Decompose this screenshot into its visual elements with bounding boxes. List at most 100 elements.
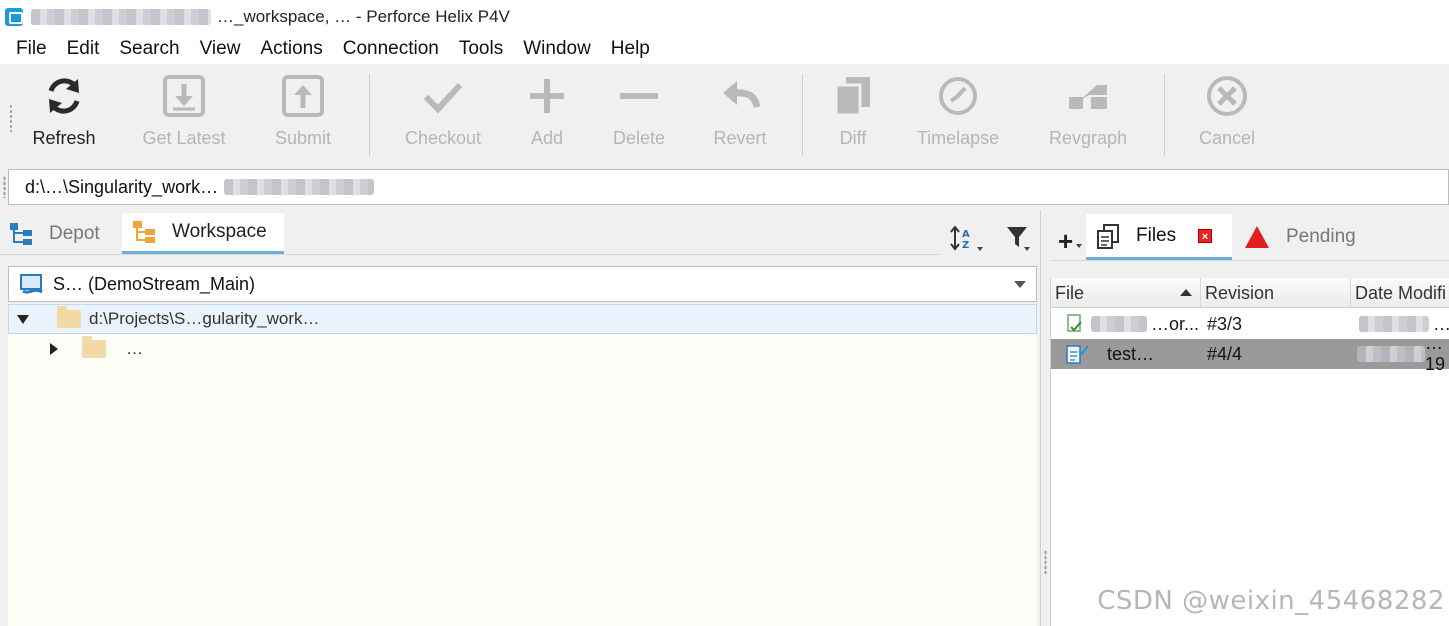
- pane-splitter[interactable]: [1040, 210, 1050, 626]
- tab-pending-label: Pending: [1286, 226, 1356, 247]
- tree-node-child-label: …: [126, 339, 143, 358]
- menu-bar: File Edit Search View Actions Connection…: [0, 34, 1449, 64]
- workspace-dropdown[interactable]: S… (DemoStream_Main): [8, 266, 1037, 302]
- revert-label: Revert: [713, 128, 767, 148]
- tab-files[interactable]: Files ×: [1086, 214, 1232, 260]
- tab-depot-label: Depot: [49, 222, 100, 244]
- checkout-label: Checkout: [404, 128, 482, 148]
- cancel-icon: [1205, 74, 1249, 118]
- table-row-selected[interactable]: test… #4/4 …19: [1051, 333, 1449, 374]
- main-toolbar: Refresh Get Latest Submit Checkout Add D…: [0, 66, 1449, 160]
- get-latest-button[interactable]: Get Latest: [129, 74, 239, 149]
- table-cell-date: …19: [1425, 333, 1446, 374]
- column-header-revision-label: Revision: [1205, 282, 1275, 303]
- menu-window[interactable]: Window: [513, 38, 601, 60]
- path-input[interactable]: d:\…\Singularity_work…: [25, 177, 218, 198]
- menu-tools[interactable]: Tools: [449, 38, 513, 60]
- minus-icon: [617, 74, 661, 118]
- menu-file[interactable]: File: [6, 38, 57, 60]
- delete-label: Delete: [612, 128, 666, 148]
- filter-icon[interactable]: [1006, 226, 1032, 257]
- file-checked-out-icon: [1065, 339, 1089, 369]
- watermark-text: CSDN @weixin_45468282: [1097, 586, 1445, 616]
- redacted-text: [1357, 346, 1425, 362]
- diff-icon: [831, 74, 875, 118]
- window-title: …_workspace, … - Perforce Helix P4V: [217, 7, 510, 26]
- get-latest-icon: [162, 74, 206, 118]
- table-row[interactable]: …or... #3/3 …:1: [1051, 309, 1449, 339]
- menu-connection[interactable]: Connection: [333, 38, 449, 60]
- menu-search[interactable]: Search: [109, 38, 189, 60]
- tab-pending[interactable]: Pending: [1240, 214, 1370, 260]
- right-pane: + Files × Pending File Revision Date Mod…: [1050, 210, 1449, 626]
- add-tab-button[interactable]: +: [1058, 226, 1073, 257]
- tab-depot[interactable]: Depot: [9, 213, 100, 254]
- checkout-button[interactable]: Checkout: [388, 74, 498, 149]
- column-header-file-label: File: [1055, 282, 1085, 303]
- delete-button[interactable]: Delete: [584, 74, 694, 149]
- tab-files-label: Files: [1136, 224, 1177, 246]
- depot-tree-icon: [9, 222, 33, 246]
- cancel-button[interactable]: Cancel: [1172, 74, 1282, 149]
- revert-button[interactable]: Revert: [685, 74, 795, 149]
- redacted-text: [31, 9, 211, 25]
- workspace-dropdown-value: S… (DemoStream_Main): [53, 273, 256, 294]
- timelapse-button[interactable]: Timelapse: [903, 74, 1013, 149]
- timelapse-label: Timelapse: [916, 128, 1000, 148]
- tree-node-child[interactable]: …: [8, 334, 1037, 364]
- expand-triangle-icon[interactable]: [17, 314, 29, 324]
- folder-icon: [82, 336, 106, 358]
- refresh-icon: [42, 74, 86, 118]
- get-latest-label: Get Latest: [142, 128, 226, 148]
- tab-workspace[interactable]: Workspace: [122, 213, 284, 254]
- chevron-down-icon[interactable]: [1014, 281, 1026, 288]
- menu-view[interactable]: View: [190, 38, 251, 60]
- submit-button[interactable]: Submit: [248, 74, 358, 149]
- sort-az-icon[interactable]: AZ: [950, 225, 986, 257]
- workspace-tree[interactable]: d:\Projects\S…gularity_work… …: [8, 304, 1037, 626]
- folder-icon: [57, 306, 81, 328]
- diff-button[interactable]: Diff: [798, 74, 908, 149]
- left-tab-bar: Depot Workspace AZ: [0, 210, 1040, 256]
- menu-help[interactable]: Help: [601, 38, 660, 60]
- submit-icon: [281, 74, 325, 118]
- tree-node-root-label: d:\Projects\S…gularity_work…: [89, 309, 320, 328]
- menu-edit[interactable]: Edit: [57, 38, 110, 60]
- table-cell-file: test…: [1107, 343, 1155, 364]
- add-label: Add: [530, 128, 564, 148]
- table-cell-revision: #4/4: [1207, 343, 1243, 364]
- pathbar-grip: [3, 176, 6, 198]
- files-tab-icon: [1096, 223, 1120, 249]
- table-cell-file: …or...: [1151, 313, 1200, 334]
- close-icon[interactable]: ×: [1198, 228, 1213, 243]
- revert-icon: [718, 74, 762, 118]
- splitter-grip[interactable]: [1044, 550, 1047, 574]
- column-header-date[interactable]: Date Modifi: [1351, 278, 1449, 308]
- column-header-revision[interactable]: Revision: [1201, 278, 1351, 308]
- cancel-label: Cancel: [1198, 128, 1256, 148]
- plus-icon: [525, 74, 569, 118]
- refresh-button[interactable]: Refresh: [9, 74, 119, 149]
- workspace-monitor-icon: [19, 273, 45, 295]
- collapse-triangle-icon[interactable]: [50, 343, 58, 355]
- tab-workspace-label: Workspace: [172, 221, 267, 242]
- left-pane: Depot Workspace AZ S… (DemoStream_Main) …: [0, 210, 1040, 626]
- revgraph-button[interactable]: Revgraph: [1033, 74, 1143, 149]
- redacted-text: [1091, 316, 1147, 332]
- revgraph-icon: [1066, 74, 1110, 118]
- submit-label: Submit: [274, 128, 332, 148]
- chevron-down-icon[interactable]: [1076, 244, 1082, 248]
- files-table-header: File Revision Date Modifi: [1051, 278, 1449, 308]
- svg-text:A: A: [962, 229, 970, 240]
- sort-ascending-icon: [1180, 289, 1192, 296]
- files-table[interactable]: File Revision Date Modifi …or... #3/3 …:…: [1050, 278, 1449, 626]
- toolbar-separator: [1164, 74, 1165, 156]
- path-bar[interactable]: d:\…\Singularity_work…: [3, 169, 1449, 205]
- menu-actions[interactable]: Actions: [250, 38, 332, 60]
- checkmark-icon: [421, 74, 465, 118]
- column-header-date-label: Date Modifi: [1355, 282, 1447, 303]
- p4v-app-icon: [5, 8, 23, 26]
- diff-label: Diff: [839, 128, 867, 148]
- tree-node-root[interactable]: d:\Projects\S…gularity_work…: [8, 304, 1037, 334]
- column-header-file[interactable]: File: [1051, 278, 1201, 308]
